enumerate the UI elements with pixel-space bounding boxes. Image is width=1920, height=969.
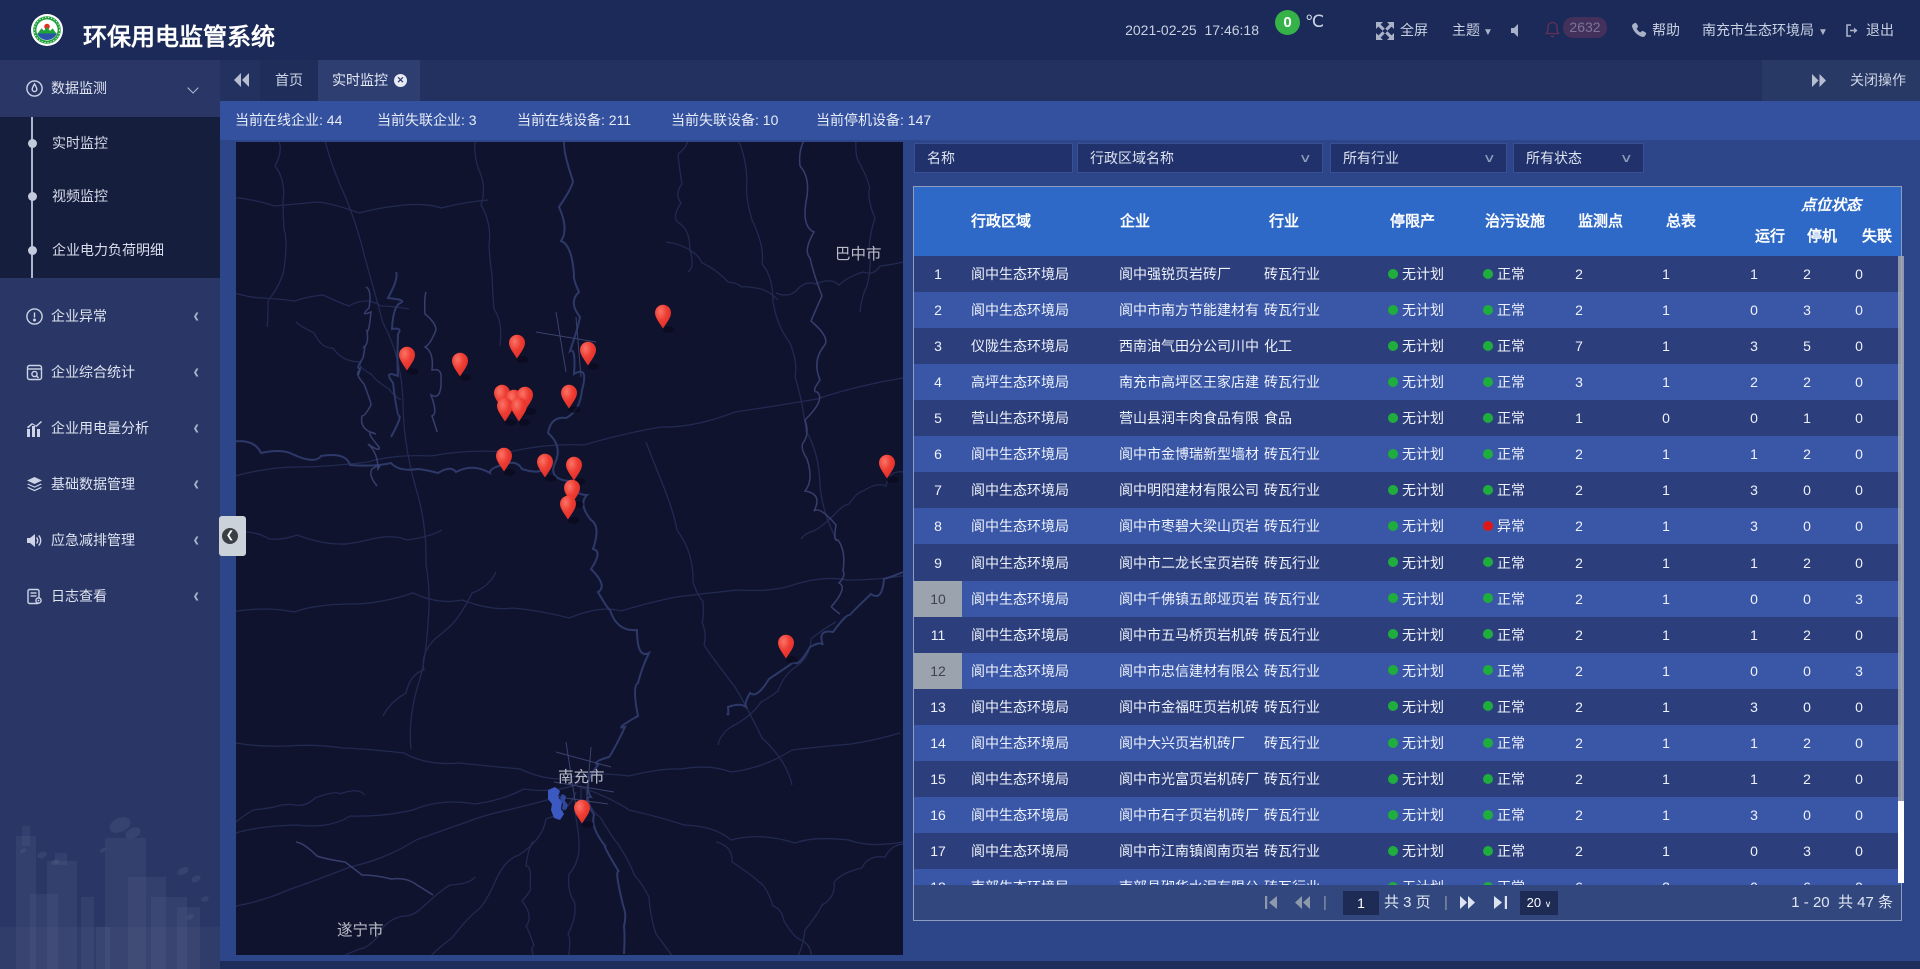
svg-text:巴中市: 巴中市: [835, 245, 882, 263]
svg-text:南充市: 南充市: [558, 768, 605, 786]
svg-text:遂宁市: 遂宁市: [337, 921, 384, 939]
